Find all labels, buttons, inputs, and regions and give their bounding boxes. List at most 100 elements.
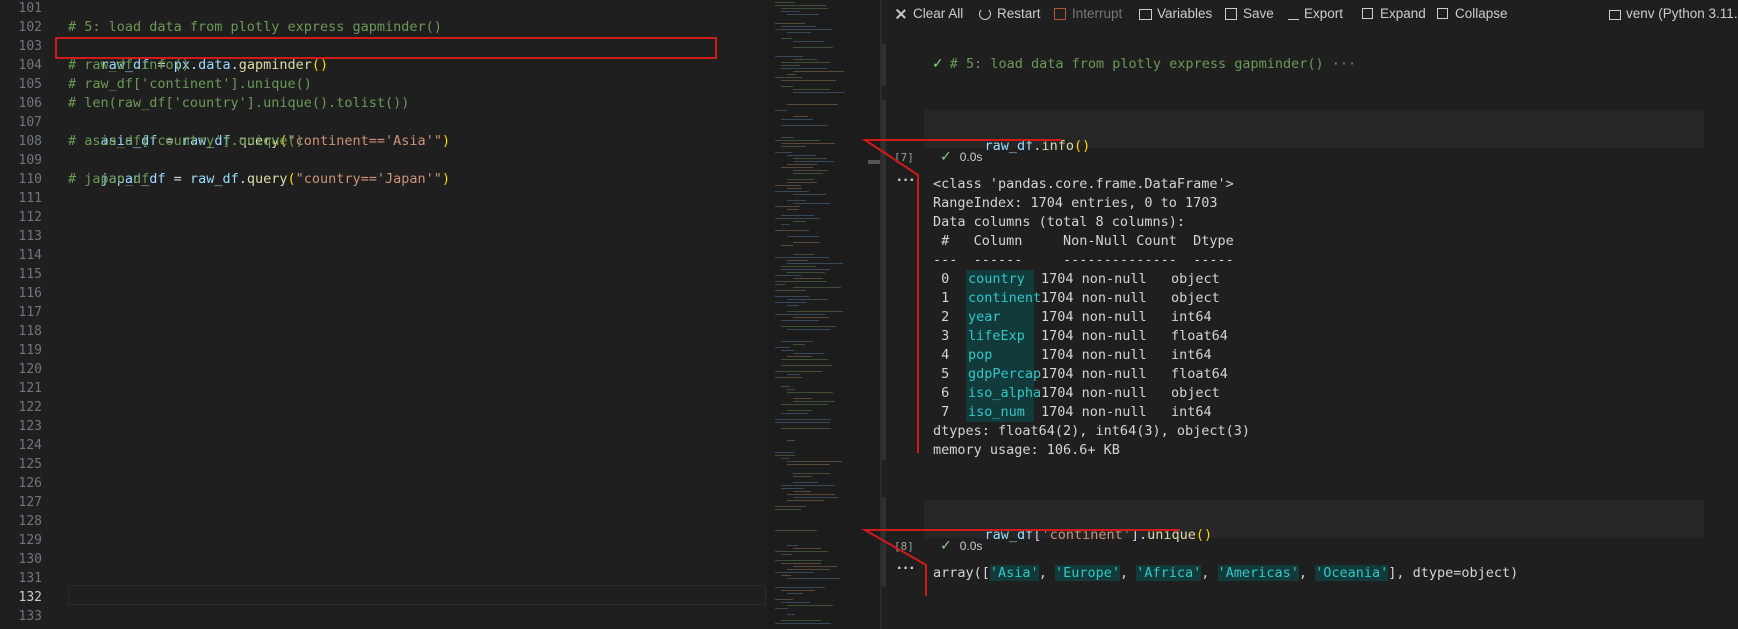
interactive-window[interactable]: Clear All Restart Interrupt Variables Sa… — [882, 0, 1738, 629]
minimap-line — [775, 152, 792, 153]
table-row: 5 — [933, 365, 949, 384]
minimap-line — [781, 320, 819, 321]
variables-button[interactable]: Variables — [1139, 6, 1212, 21]
table-row: 0 — [933, 270, 949, 289]
check-icon: ✓ — [940, 538, 952, 554]
cell-gutter-bar[interactable] — [882, 497, 886, 587]
save-button[interactable]: Save — [1224, 6, 1274, 21]
minimap-line — [793, 221, 806, 222]
code-token: info — [1041, 138, 1074, 154]
minimap-line — [793, 89, 830, 90]
output-token: , — [1119, 565, 1137, 581]
minimap-line — [775, 572, 814, 573]
output-line: dtypes: float64(2), int64(3), object(3) — [933, 423, 1250, 439]
minimap-line — [775, 257, 829, 258]
row-index: 6 — [933, 385, 950, 401]
minimap-line — [793, 497, 838, 498]
save-label: Save — [1243, 6, 1274, 21]
code-line-110[interactable]: # japan_df — [68, 170, 149, 189]
minimap-line — [775, 347, 790, 348]
table-row: 4 — [933, 346, 949, 365]
code-editor[interactable]: 101 102 103 104 105 106 107 108 109 110 111 112 113 1… — [0, 0, 767, 629]
output-line: --- ------ -------------- ----- — [933, 252, 1250, 268]
code-line-106[interactable]: # len(raw_df['country'].unique().tolist(… — [68, 94, 409, 113]
interrupt-button[interactable]: Interrupt — [1053, 6, 1122, 21]
minimap-line — [787, 410, 812, 411]
line-number: 128 — [18, 514, 42, 529]
column-name: gdpPercap — [966, 365, 1042, 384]
row-index: 4 — [933, 347, 950, 363]
minimap-line — [793, 41, 824, 42]
code-token: raw_df — [189, 171, 239, 187]
minimap-line — [787, 200, 806, 201]
output-token: , — [1201, 565, 1218, 581]
cell-gutter-bar[interactable] — [882, 44, 886, 86]
line-number: 132 — [18, 590, 42, 605]
minimap-line — [793, 473, 830, 474]
kernel-icon — [1609, 9, 1621, 20]
code-token: ) — [441, 133, 451, 149]
minimap-line — [781, 428, 831, 429]
minimap-line — [775, 560, 822, 561]
minimap-line — [787, 494, 835, 495]
code-line-107[interactable]: asia_df = raw_df.query("continent=='Asia… — [68, 113, 451, 149]
minimap-line — [781, 68, 827, 69]
minimap[interactable] — [767, 0, 880, 629]
minimap-line — [787, 392, 833, 393]
clear-all-button[interactable]: Clear All — [894, 6, 963, 21]
minimap-line — [775, 371, 822, 372]
cell-output-line: array(['Asia', 'Europe', 'Africa', 'Amer… — [933, 564, 1518, 583]
minimap-line — [793, 59, 817, 60]
code-line-109[interactable]: japan_df = raw_df.query("country=='Japan… — [68, 151, 451, 187]
line-number: 108 — [18, 134, 42, 149]
column-name: iso_alpha — [966, 384, 1042, 403]
minimap-line — [775, 23, 805, 24]
minimap-scroll-marker[interactable] — [868, 160, 880, 164]
minimap-line — [787, 305, 799, 306]
output-more-button[interactable]: ··· — [897, 172, 916, 190]
array-item: 'Oceania' — [1315, 565, 1389, 581]
minimap-line — [787, 236, 819, 237]
minimap-line — [775, 530, 817, 531]
output-more-button[interactable]: ··· — [897, 560, 916, 578]
minimap-line — [781, 26, 816, 27]
line-number: 118 — [18, 324, 42, 339]
line-number: 117 — [18, 305, 42, 320]
row-index: 2 — [933, 309, 950, 325]
output-line: # Column Non-Null Count Dtype — [933, 233, 1250, 249]
cell-source[interactable]: raw_df['continent'].unique() — [952, 511, 1213, 559]
minimap-line — [781, 341, 813, 342]
row-values: 1704 non-null object — [1041, 385, 1228, 401]
column-name: lifeExp — [966, 327, 1034, 346]
minimap-line — [781, 620, 821, 621]
code-token: () — [311, 57, 329, 73]
minimap-line — [793, 491, 811, 492]
minimap-line — [775, 455, 795, 456]
minimap-line — [787, 545, 798, 546]
export-button[interactable]: Export — [1288, 6, 1343, 21]
collapse-button[interactable]: Collapse — [1435, 6, 1508, 21]
restart-button[interactable]: Restart — [978, 6, 1041, 21]
minimap-line — [793, 401, 835, 402]
variables-icon — [1139, 9, 1152, 20]
minimap-line — [787, 188, 802, 189]
minimap-line — [775, 284, 785, 285]
code-token: . — [230, 57, 239, 73]
minimap-line — [775, 110, 787, 111]
minimap-line — [787, 74, 796, 75]
line-number: 101 — [18, 1, 42, 16]
minimap-line — [775, 275, 801, 276]
column-name: year — [966, 308, 1034, 327]
export-icon — [1288, 8, 1299, 20]
collapsed-cell[interactable]: ✓ # 5: load data from plotly express gap… — [932, 56, 1356, 72]
code-line-105[interactable]: # raw_df['continent'].unique() — [68, 75, 312, 94]
code-line-102[interactable]: # 5: load data from plotly express gapmi… — [68, 18, 442, 37]
minimap-line — [787, 182, 817, 183]
code-line-108[interactable]: # asia_df['country'].unique() — [68, 132, 304, 151]
minimap-line — [793, 161, 834, 162]
minimap-line — [781, 350, 794, 351]
kernel-picker[interactable]: venv (Python 3.11. — [1609, 6, 1738, 21]
cell-gutter-bar[interactable] — [882, 100, 886, 460]
expand-button[interactable]: Expand — [1360, 6, 1426, 21]
minimap-line — [775, 509, 801, 510]
